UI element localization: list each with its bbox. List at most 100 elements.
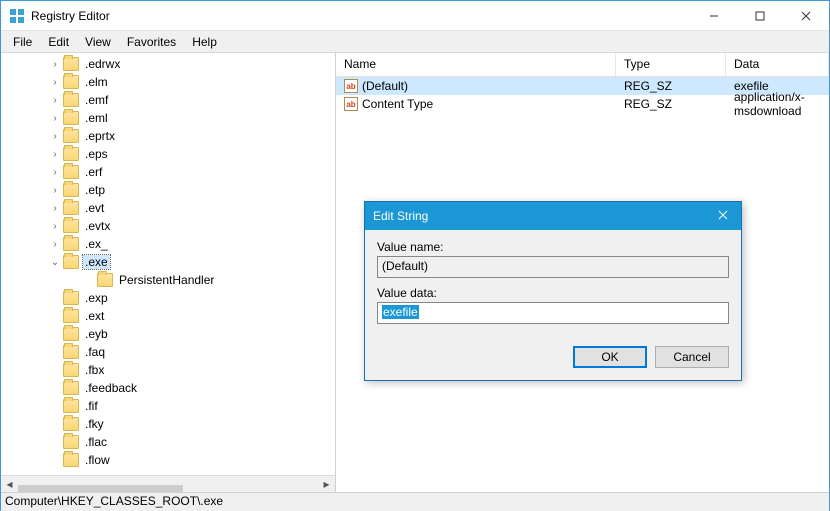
- tree-item-label: .exp: [85, 291, 108, 305]
- menu-edit[interactable]: Edit: [40, 33, 77, 51]
- tree-item[interactable]: .fbx: [1, 361, 335, 379]
- expander-icon[interactable]: ›: [49, 167, 61, 178]
- cell-name: (Default): [336, 79, 616, 93]
- menu-help[interactable]: Help: [184, 33, 225, 51]
- tree-item[interactable]: .fky: [1, 415, 335, 433]
- folder-icon: [63, 57, 79, 71]
- tree-item[interactable]: ›.evtx: [1, 217, 335, 235]
- tree-item[interactable]: › .edrwx: [1, 55, 335, 73]
- folder-icon: [63, 147, 79, 161]
- tree-item[interactable]: › .etp: [1, 181, 335, 199]
- tree-item-label: .feedback: [85, 381, 137, 395]
- tree-item-label: .eps: [85, 147, 108, 161]
- expander-icon[interactable]: ›: [49, 203, 61, 214]
- table-row[interactable]: Content TypeREG_SZapplication/x-msdownlo…: [336, 95, 829, 113]
- cell-type: REG_SZ: [616, 97, 726, 111]
- tree-item-label: .elm: [85, 75, 108, 89]
- expander-icon[interactable]: ›: [49, 185, 61, 196]
- tree-item-label: .erf: [85, 165, 102, 179]
- scroll-left-icon[interactable]: ◂: [1, 476, 18, 493]
- tree-item-label: .ex_: [85, 237, 108, 251]
- tree-item-label: .exe: [85, 255, 108, 269]
- tree-item[interactable]: › .eprtx: [1, 127, 335, 145]
- cell-name-text: Content Type: [362, 97, 433, 111]
- folder-icon: [63, 291, 79, 305]
- tree-item[interactable]: .exp: [1, 289, 335, 307]
- expander-icon[interactable]: ›: [49, 221, 61, 232]
- expander-icon[interactable]: ›: [49, 59, 61, 70]
- tree-item[interactable]: ›.eml: [1, 109, 335, 127]
- column-data[interactable]: Data: [726, 53, 829, 76]
- tree-item[interactable]: PersistentHandler: [1, 271, 335, 289]
- tree-item[interactable]: .flac: [1, 433, 335, 451]
- registry-tree[interactable]: ›.edrwx›.elm›.emf›.eml›.eprtx›.eps›.erf›…: [1, 53, 335, 475]
- value-name-field[interactable]: (Default): [377, 256, 729, 278]
- expander-icon[interactable]: ›: [49, 77, 61, 88]
- dialog-body: Value name: (Default) Value data: exefil…: [365, 230, 741, 342]
- tree-item[interactable]: › .ex_: [1, 235, 335, 253]
- dialog-title-bar[interactable]: Edit String: [365, 202, 741, 230]
- tree-item-label: .etp: [85, 183, 105, 197]
- maximize-icon: [755, 11, 765, 21]
- folder-icon: [63, 255, 79, 269]
- folder-icon: [97, 273, 113, 287]
- expander-icon[interactable]: ›: [49, 113, 61, 124]
- tree-item-label: .faq: [85, 345, 105, 359]
- dialog-title: Edit String: [373, 209, 713, 223]
- tree-item-label: .emf: [85, 93, 108, 107]
- expander-icon[interactable]: ›: [49, 149, 61, 160]
- column-name[interactable]: Name: [336, 53, 616, 76]
- cell-data: application/x-msdownload: [726, 90, 829, 118]
- window-title: Registry Editor: [31, 9, 691, 23]
- value-data-selection: exefile: [382, 305, 419, 319]
- value-name-label: Value name:: [377, 240, 729, 254]
- tree-item[interactable]: .faq: [1, 343, 335, 361]
- tree-item[interactable]: .flow: [1, 451, 335, 469]
- tree-item[interactable]: .fif: [1, 397, 335, 415]
- tree-item[interactable]: ⌄ .exe: [1, 253, 335, 271]
- value-list[interactable]: (Default)REG_SZexefileContent TypeREG_SZ…: [336, 77, 829, 113]
- folder-icon: [63, 453, 79, 467]
- close-icon: [801, 11, 811, 21]
- expander-icon[interactable]: ›: [49, 239, 61, 250]
- close-button[interactable]: [783, 1, 829, 31]
- string-value-icon: [344, 97, 358, 111]
- folder-icon: [63, 201, 79, 215]
- tree-item[interactable]: › .emf: [1, 91, 335, 109]
- expander-icon[interactable]: ⌄: [49, 257, 61, 268]
- folder-icon: [63, 327, 79, 341]
- tree-item[interactable]: .ext: [1, 307, 335, 325]
- edit-string-dialog: Edit String Value name: (Default) Value …: [364, 201, 742, 381]
- expander-icon[interactable]: ›: [49, 131, 61, 142]
- ok-button[interactable]: OK: [573, 346, 647, 368]
- maximize-button[interactable]: [737, 1, 783, 31]
- dialog-close-button[interactable]: [713, 209, 733, 223]
- value-data-field[interactable]: exefile: [377, 302, 729, 324]
- tree-item[interactable]: .feedback: [1, 379, 335, 397]
- tree-item-label: .eyb: [85, 327, 108, 341]
- window-controls: [691, 1, 829, 31]
- tree-item-label: .evt: [85, 201, 104, 215]
- scroll-right-icon[interactable]: ▸: [318, 476, 335, 493]
- menu-favorites[interactable]: Favorites: [119, 33, 184, 51]
- tree-item[interactable]: › .elm: [1, 73, 335, 91]
- tree-item-label: .edrwx: [85, 57, 120, 71]
- cancel-button[interactable]: Cancel: [655, 346, 729, 368]
- folder-icon: [63, 75, 79, 89]
- tree-item[interactable]: › .evt: [1, 199, 335, 217]
- menu-file[interactable]: File: [5, 33, 40, 51]
- expander-icon[interactable]: ›: [49, 95, 61, 106]
- tree-item-label: .flac: [85, 435, 107, 449]
- tree-item-label: PersistentHandler: [119, 273, 214, 287]
- tree-item[interactable]: › .erf: [1, 163, 335, 181]
- cell-name-text: (Default): [362, 79, 408, 93]
- tree-item[interactable]: › .eps: [1, 145, 335, 163]
- menu-view[interactable]: View: [77, 33, 119, 51]
- minimize-button[interactable]: [691, 1, 737, 31]
- scroll-thumb[interactable]: [18, 485, 183, 492]
- tree-item-label: .fky: [85, 417, 104, 431]
- tree-h-scrollbar[interactable]: ◂ ▸: [1, 475, 335, 492]
- tree-item-label: .eprtx: [85, 129, 115, 143]
- tree-item[interactable]: .eyb: [1, 325, 335, 343]
- column-type[interactable]: Type: [616, 53, 726, 76]
